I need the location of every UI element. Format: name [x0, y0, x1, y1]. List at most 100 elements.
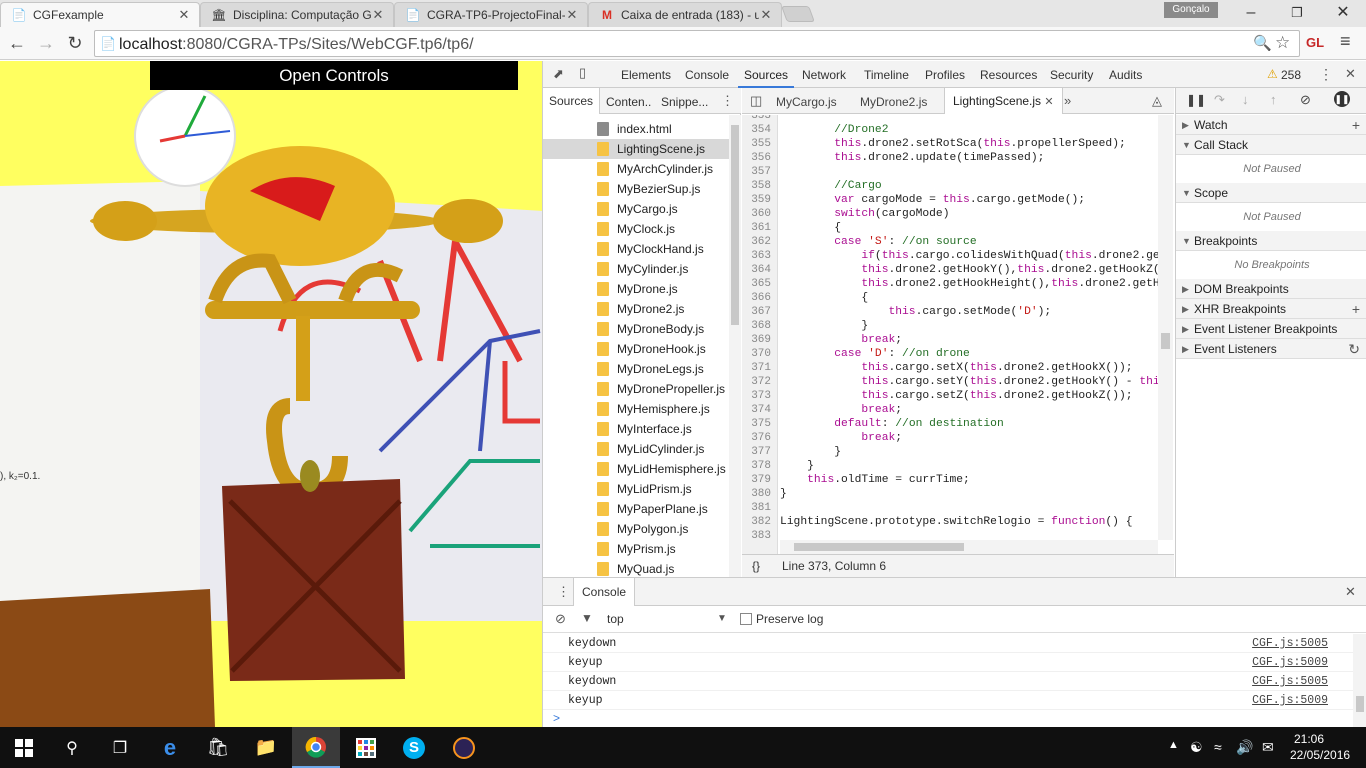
line-number[interactable]: 372 — [751, 376, 771, 388]
file-explorer-icon[interactable]: 📁 — [242, 727, 290, 768]
toggle-navigator-icon[interactable]: ◫ — [750, 93, 762, 109]
line-number[interactable]: 365 — [751, 278, 771, 290]
search-icon[interactable]: ⚲ — [48, 727, 96, 768]
tray-people-icon[interactable]: ☯ — [1190, 739, 1203, 756]
line-number[interactable]: 367 — [751, 306, 771, 318]
line-number[interactable]: 356 — [751, 152, 771, 164]
line-number[interactable]: 354 — [751, 124, 771, 136]
file-tree-item[interactable]: MyLidHemisphere.js — [543, 459, 729, 479]
line-number[interactable]: 361 — [751, 222, 771, 234]
line-number[interactable]: 375 — [751, 418, 771, 430]
nav-tab-snippets[interactable]: Snippe... — [661, 95, 708, 109]
file-tree-item[interactable]: MyClockHand.js — [543, 239, 729, 259]
browser-tab-cgfexample[interactable]: 📄 CGFexample ✕ — [0, 2, 200, 27]
line-number[interactable]: 376 — [751, 432, 771, 444]
warning-count[interactable]: 258 — [1281, 68, 1301, 82]
refresh-icon[interactable]: ↻ — [1348, 339, 1360, 359]
code-content[interactable]: //Drone2 this.drone2.setRotSca(this.prop… — [780, 115, 1158, 563]
preserve-log-checkbox[interactable] — [740, 613, 752, 625]
navigator-scrollbar[interactable] — [729, 115, 741, 577]
line-number[interactable]: 355 — [751, 138, 771, 150]
line-number[interactable]: 353 — [751, 115, 771, 122]
line-number[interactable]: 381 — [751, 502, 771, 514]
tab-console[interactable]: Console — [685, 68, 729, 82]
deactivate-breakpoints-icon[interactable]: ⊘ — [1300, 92, 1311, 108]
skype-icon[interactable]: S — [390, 727, 438, 768]
step-over-icon[interactable]: ↷ — [1214, 92, 1225, 108]
browser-tab-gmail[interactable]: M Caixa de entrada (183) - u ✕ — [588, 2, 782, 27]
file-tree-item[interactable]: MyBezierSup.js — [543, 179, 729, 199]
line-number[interactable]: 370 — [751, 348, 771, 360]
browser-tab-cgra[interactable]: 📄 CGRA-TP6-ProjectoFinal-C ✕ — [394, 2, 588, 27]
forward-arrow-icon[interactable]: → — [34, 31, 58, 55]
clock-time[interactable]: 21:06 — [1294, 732, 1324, 746]
file-tree-item[interactable]: MyDrone2.js — [543, 299, 729, 319]
navigator-scroll-thumb[interactable] — [731, 125, 739, 325]
clear-console-icon[interactable]: ⊘ — [555, 611, 566, 627]
tab-elements[interactable]: Elements — [621, 68, 671, 82]
line-number[interactable]: 380 — [751, 488, 771, 500]
tab-sources[interactable]: Sources — [737, 68, 795, 88]
warning-icon[interactable]: ⚠ — [1267, 67, 1278, 81]
close-tab-icon[interactable]: ✕ — [759, 7, 773, 23]
tab-profiles[interactable]: Profiles — [925, 68, 965, 82]
close-editor-tab-icon[interactable]: ✕ — [1044, 96, 1053, 108]
line-number[interactable]: 362 — [751, 236, 771, 248]
line-number[interactable]: 371 — [751, 362, 771, 374]
eclipse-icon[interactable] — [440, 727, 488, 768]
address-bar[interactable]: 📄 localhost:8080/CGRA-TPs/Sites/WebCGF.t… — [94, 30, 1300, 57]
editor-horizontal-thumb[interactable] — [794, 543, 964, 551]
edge-browser-icon[interactable]: e — [146, 727, 194, 768]
page-info-icon[interactable]: 📄 — [100, 36, 116, 52]
tab-timeline[interactable]: Timeline — [864, 68, 909, 82]
line-number[interactable]: 377 — [751, 446, 771, 458]
window-close-icon[interactable]: ✕ — [1320, 0, 1366, 26]
editor-tab-mycargo[interactable]: MyCargo.js — [776, 95, 837, 109]
line-number[interactable]: 374 — [751, 404, 771, 416]
extension-badge[interactable]: GL — [1306, 35, 1324, 50]
file-tree-item[interactable]: MyClock.js — [543, 219, 729, 239]
file-tree-item[interactable]: MyLidCylinder.js — [543, 439, 729, 459]
file-tree-item[interactable]: MyInterface.js — [543, 419, 729, 439]
step-out-icon[interactable]: ↑ — [1270, 92, 1277, 107]
debugger-section-header[interactable]: ▼ Scope — [1176, 183, 1366, 203]
editor-tab-lightingscene[interactable]: LightingScene.js ✕ — [944, 88, 1063, 114]
browser-tab-disciplina[interactable]: 🏛 Disciplina: Computação G ✕ — [200, 2, 394, 27]
file-tree-item[interactable]: MyPolygon.js — [543, 519, 729, 539]
editor-tab-mydrone2[interactable]: MyDrone2.js — [860, 95, 927, 109]
console-scrollbar[interactable] — [1353, 634, 1366, 728]
menu-icon[interactable]: ≡ — [1340, 31, 1351, 52]
line-number[interactable]: 364 — [751, 264, 771, 276]
console-source-link[interactable]: CGF.js:5005 — [1252, 634, 1328, 653]
console-prompt[interactable]: > — [553, 711, 560, 725]
pause-icon[interactable]: ❚❚ — [1186, 93, 1206, 107]
clock-date[interactable]: 22/05/2016 — [1290, 748, 1350, 762]
line-number[interactable]: 378 — [751, 460, 771, 472]
back-arrow-icon[interactable]: ← — [5, 31, 29, 55]
file-tree-item[interactable]: MyCargo.js — [543, 199, 729, 219]
debugger-section-header[interactable]: ▶ Watch + — [1176, 115, 1366, 135]
add-icon[interactable]: + — [1352, 115, 1360, 135]
chevron-down-icon[interactable]: ▼ — [717, 613, 727, 624]
file-tree-item[interactable]: MyDroneLegs.js — [543, 359, 729, 379]
tray-chevron-up-icon[interactable]: ▲ — [1168, 739, 1179, 751]
console-source-link[interactable]: CGF.js:5009 — [1252, 691, 1328, 710]
device-mode-icon[interactable]: ▯ — [579, 65, 586, 81]
editor-vertical-scrollbar[interactable] — [1158, 115, 1173, 540]
nav-tab-content-scripts[interactable]: Conten.. — [606, 95, 651, 109]
file-tree-item[interactable]: MyArchCylinder.js — [543, 159, 729, 179]
line-number[interactable]: 382 — [751, 516, 771, 528]
editor-horizontal-scrollbar[interactable] — [780, 540, 1158, 554]
file-tree-item[interactable]: MyDroneBody.js — [543, 319, 729, 339]
file-tree-item[interactable]: MyHemisphere.js — [543, 399, 729, 419]
line-number[interactable]: 379 — [751, 474, 771, 486]
file-tree-item[interactable]: index.html — [543, 119, 729, 139]
debugger-section-header[interactable]: ▼ Call Stack — [1176, 135, 1366, 155]
close-tab-icon[interactable]: ✕ — [565, 7, 579, 23]
line-number[interactable]: 357 — [751, 166, 771, 178]
wifi-icon[interactable]: ≈ — [1214, 739, 1222, 755]
file-tree-item[interactable]: LightingScene.js — [543, 139, 729, 159]
debugger-section-header[interactable]: ▶ Event Listener Breakpoints — [1176, 319, 1366, 339]
drawer-tab-console[interactable]: Console — [573, 578, 636, 606]
debugger-section-header[interactable]: ▶ Event Listeners ↻ — [1176, 339, 1366, 359]
